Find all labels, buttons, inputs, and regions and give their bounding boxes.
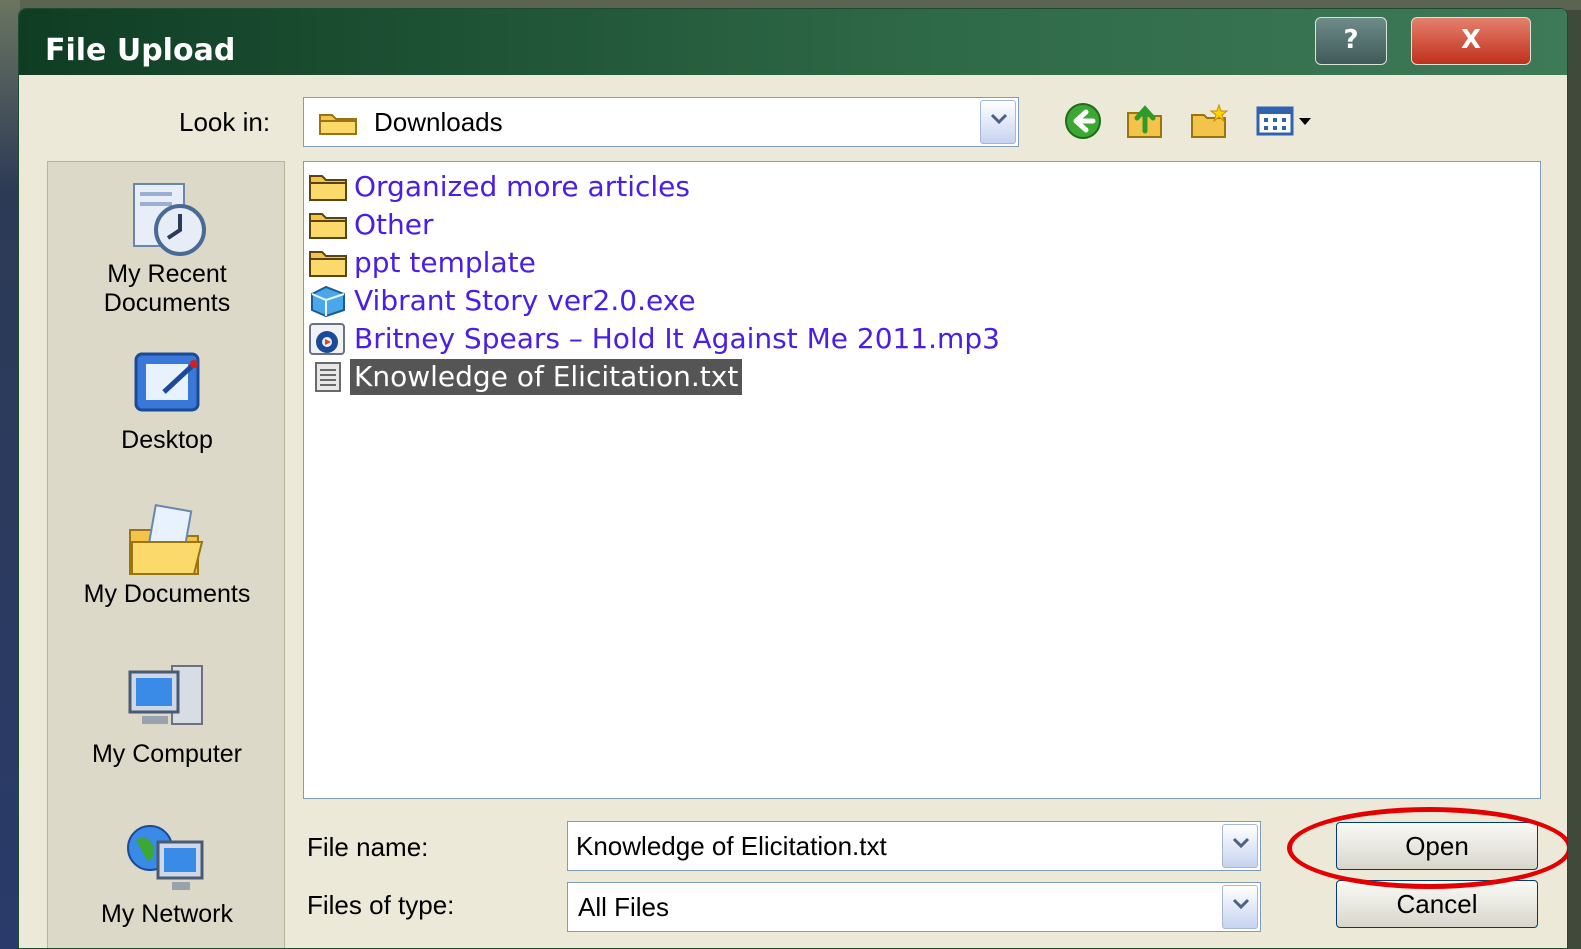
place-label: My Computer <box>91 740 243 768</box>
place-label: My Network <box>101 900 233 928</box>
folder-icon <box>309 175 347 201</box>
file-name-value: Knowledge of Elicitation.txt <box>576 831 887 861</box>
place-label: My Recent Documents <box>103 260 231 317</box>
list-item-selected[interactable]: Knowledge of Elicitation.txt <box>306 358 743 396</box>
file-name-dropdown-button[interactable] <box>1222 824 1258 868</box>
file-name: Other <box>354 208 434 241</box>
chevron-down-icon <box>990 113 1008 125</box>
open-button[interactable]: Open <box>1336 822 1538 870</box>
list-item[interactable]: Other <box>306 206 438 244</box>
file-name: Organized more articles <box>354 170 690 203</box>
list-item[interactable]: Vibrant Story ver2.0.exe <box>306 282 700 320</box>
up-folder-icon[interactable] <box>1125 101 1165 141</box>
my-network-icon <box>127 825 204 890</box>
list-item[interactable]: ppt template <box>306 244 540 282</box>
file-list[interactable]: Organized more articles Other ppt templa… <box>303 161 1541 799</box>
view-menu-icon[interactable] <box>1255 101 1319 141</box>
back-icon[interactable] <box>1063 101 1103 141</box>
chevron-down-icon <box>1232 837 1250 849</box>
place-recent-documents[interactable]: My Recent Documents <box>48 180 286 318</box>
recent-documents-icon <box>133 183 206 256</box>
file-name: Britney Spears – Hold It Against Me 2011… <box>354 322 1000 355</box>
file-name: Vibrant Story ver2.0.exe <box>354 284 696 317</box>
my-computer-icon <box>128 665 203 725</box>
place-desktop[interactable]: Desktop <box>48 346 286 455</box>
new-folder-icon[interactable] <box>1189 101 1229 141</box>
place-my-computer[interactable]: My Computer <box>48 660 286 769</box>
help-button[interactable]: ? <box>1315 17 1387 65</box>
file-type-dropdown-button[interactable] <box>1222 885 1258 929</box>
exe-icon <box>311 285 345 318</box>
background-window-edge <box>0 0 20 949</box>
look-in-label: Look in: <box>179 107 271 137</box>
file-type-value: All Files <box>578 892 670 922</box>
folder-icon <box>309 251 347 277</box>
title-bar[interactable]: File Upload ? X <box>19 9 1567 75</box>
place-label: Desktop <box>121 426 213 454</box>
place-my-documents[interactable]: My Documents <box>48 500 286 609</box>
look-in-value: Downloads <box>374 107 503 137</box>
file-name: ppt template <box>354 246 536 279</box>
file-upload-dialog: File Upload ? X Look in: Downloads My Re… <box>18 8 1568 949</box>
list-item[interactable]: Britney Spears – Hold It Against Me 2011… <box>306 320 1004 358</box>
file-type-label: Files of type: <box>307 890 455 920</box>
place-label: My Documents <box>83 580 251 608</box>
file-name: Knowledge of Elicitation.txt <box>350 359 743 395</box>
desktop-icon <box>134 352 200 412</box>
file-type-dropdown[interactable]: All Files <box>567 882 1261 932</box>
look-in-dropdown[interactable]: Downloads <box>303 97 1019 147</box>
folder-icon <box>319 114 357 135</box>
chevron-down-icon <box>1232 898 1250 910</box>
file-name-label: File name: <box>307 832 429 862</box>
my-documents-icon <box>129 504 204 575</box>
look-in-dropdown-button[interactable] <box>980 100 1016 144</box>
text-file-icon <box>315 362 341 392</box>
close-button[interactable]: X <box>1411 17 1531 65</box>
audio-icon <box>309 323 345 355</box>
window-title: File Upload <box>45 33 236 68</box>
file-name-field[interactable]: Knowledge of Elicitation.txt <box>567 821 1261 871</box>
place-my-network[interactable]: My Network <box>48 820 286 929</box>
list-item[interactable]: Organized more articles <box>306 168 694 206</box>
places-bar: My Recent Documents Desktop My Documents <box>47 161 286 948</box>
cancel-button[interactable]: Cancel <box>1336 880 1538 928</box>
folder-icon <box>309 213 347 239</box>
